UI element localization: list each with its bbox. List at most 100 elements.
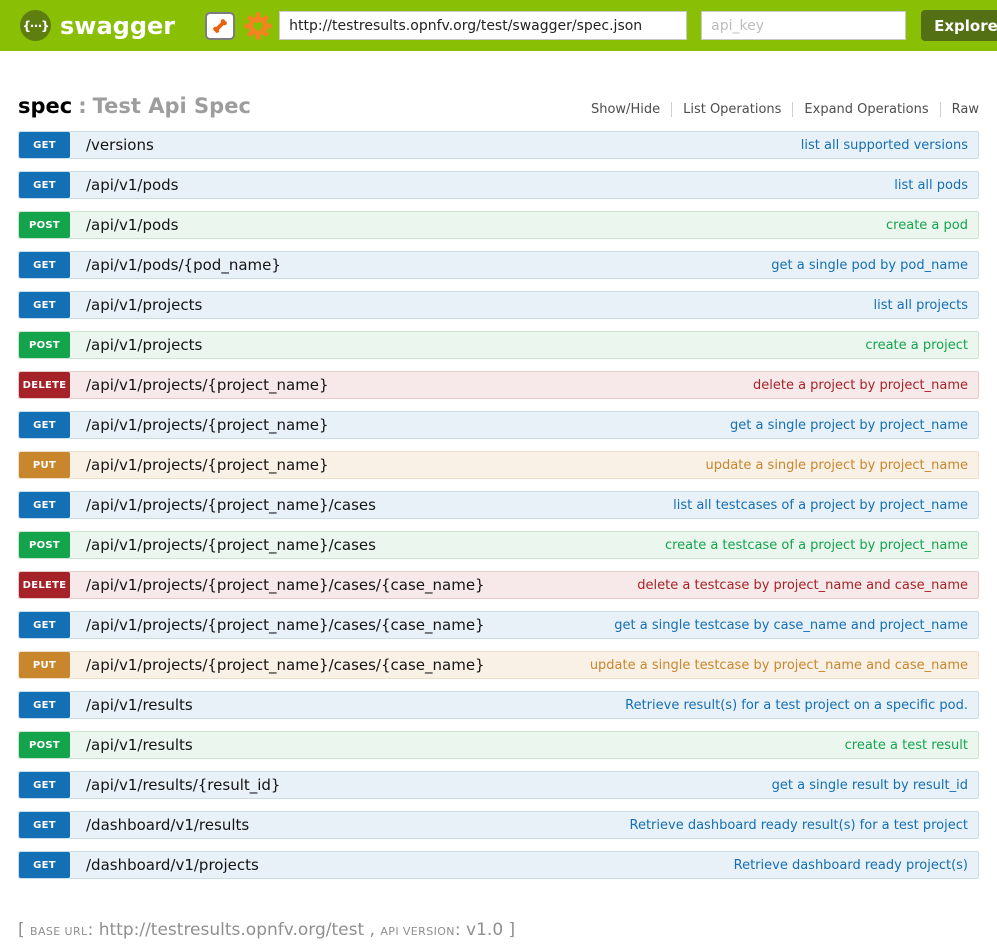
endpoint-path-link[interactable]: /api/v1/pods/{pod_name} bbox=[86, 252, 281, 278]
endpoint-row[interactable]: GET /dashboard/v1/results Retrieve dashb… bbox=[18, 811, 979, 839]
expand-operations-link[interactable]: Expand Operations bbox=[793, 102, 939, 117]
gear-heart-icon[interactable] bbox=[243, 11, 273, 41]
endpoint-row[interactable]: GET /api/v1/projects/{project_name}/case… bbox=[18, 611, 979, 639]
endpoint-path-link[interactable]: /api/v1/projects/{project_name} bbox=[86, 372, 329, 398]
endpoint-path-link[interactable]: /api/v1/projects/{project_name}/cases bbox=[86, 532, 376, 558]
method-badge: GET bbox=[19, 492, 70, 518]
endpoint-row[interactable]: POST /api/v1/results create a test resul… bbox=[18, 731, 979, 759]
endpoint-row[interactable]: GET /api/v1/results Retrieve result(s) f… bbox=[18, 691, 979, 719]
show-hide-link[interactable]: Show/Hide bbox=[580, 102, 671, 117]
endpoint-summary-link[interactable]: get a single testcase by case_name and p… bbox=[614, 612, 978, 638]
footer-comma: , bbox=[364, 920, 380, 940]
endpoint-summary-link[interactable]: get a single result by result_id bbox=[772, 772, 978, 798]
footer-open-bracket: [ bbox=[18, 920, 30, 940]
endpoint-row[interactable]: GET /api/v1/projects/{project_name}/case… bbox=[18, 491, 979, 519]
endpoint-summary-link[interactable]: delete a project by project_name bbox=[753, 372, 978, 398]
method-badge: POST bbox=[19, 212, 70, 238]
method-badge: PUT bbox=[19, 652, 70, 678]
brand-name: swagger bbox=[60, 12, 175, 40]
base-url-value: http://testresults.opnfv.org/test bbox=[99, 920, 364, 940]
method-badge: GET bbox=[19, 692, 70, 718]
endpoint-row[interactable]: GET /api/v1/projects/{project_name} get … bbox=[18, 411, 979, 439]
page-title: spec bbox=[18, 94, 72, 118]
page-subtitle: Test Api Spec bbox=[93, 94, 251, 118]
list-operations-link[interactable]: List Operations bbox=[672, 102, 792, 117]
endpoint-path-link[interactable]: /versions bbox=[86, 132, 154, 158]
endpoint-path-link[interactable]: /api/v1/projects/{project_name}/cases/{c… bbox=[86, 612, 485, 638]
base-url-label: BASE URL bbox=[30, 925, 88, 938]
endpoint-summary-link[interactable]: list all projects bbox=[874, 292, 978, 318]
swagger-logo-icon: {⋯} bbox=[20, 10, 51, 41]
endpoint-summary-link[interactable]: create a project bbox=[865, 332, 978, 358]
method-badge: DELETE bbox=[19, 572, 70, 598]
endpoint-row[interactable]: GET /api/v1/projects list all projects bbox=[18, 291, 979, 319]
spec-url-input[interactable] bbox=[279, 11, 687, 40]
endpoint-path-link[interactable]: /api/v1/results/{result_id} bbox=[86, 772, 280, 798]
header-tools: Explore bbox=[205, 10, 997, 41]
endpoint-row[interactable]: DELETE /api/v1/projects/{project_name} d… bbox=[18, 371, 979, 399]
footer-colon: : bbox=[88, 920, 99, 940]
raw-link[interactable]: Raw bbox=[941, 102, 979, 117]
endpoint-summary-link[interactable]: create a test result bbox=[845, 732, 978, 758]
endpoint-row[interactable]: POST /api/v1/projects/{project_name}/cas… bbox=[18, 531, 979, 559]
api-key-input[interactable] bbox=[701, 11, 906, 40]
endpoint-summary-link[interactable]: create a pod bbox=[886, 212, 978, 238]
endpoint-summary-link[interactable]: Retrieve dashboard ready project(s) bbox=[734, 852, 978, 878]
endpoint-row[interactable]: GET /versions list all supported version… bbox=[18, 131, 979, 159]
swagger-logo[interactable]: {⋯} swagger bbox=[20, 10, 175, 41]
endpoint-path-link[interactable]: /api/v1/pods bbox=[86, 212, 179, 238]
method-badge: GET bbox=[19, 772, 70, 798]
endpoint-summary-link[interactable]: delete a testcase by project_name and ca… bbox=[637, 572, 978, 598]
main-content: spec : Test Api Spec Show/Hide List Oper… bbox=[0, 94, 997, 879]
endpoint-summary-link[interactable]: list all supported versions bbox=[801, 132, 978, 158]
title-separator: : bbox=[78, 94, 86, 118]
operations-toolbar: Show/Hide List Operations Expand Operati… bbox=[580, 102, 979, 117]
endpoint-row[interactable]: DELETE /api/v1/projects/{project_name}/c… bbox=[18, 571, 979, 599]
endpoint-summary-link[interactable]: list all pods bbox=[894, 172, 978, 198]
endpoint-row[interactable]: GET /api/v1/pods/{pod_name} get a single… bbox=[18, 251, 979, 279]
endpoint-path-link[interactable]: /api/v1/pods bbox=[86, 172, 179, 198]
endpoint-summary-link[interactable]: update a single testcase by project_name… bbox=[590, 652, 978, 678]
endpoint-row[interactable]: GET /api/v1/pods list all pods bbox=[18, 171, 979, 199]
endpoint-row[interactable]: PUT /api/v1/projects/{project_name}/case… bbox=[18, 651, 979, 679]
endpoint-row[interactable]: GET /api/v1/results/{result_id} get a si… bbox=[18, 771, 979, 799]
endpoint-path-link[interactable]: /api/v1/projects/{project_name} bbox=[86, 412, 329, 438]
endpoint-path-link[interactable]: /api/v1/projects/{project_name}/cases/{c… bbox=[86, 652, 485, 678]
endpoint-path-link[interactable]: /api/v1/projects bbox=[86, 332, 202, 358]
endpoint-path-link[interactable]: /dashboard/v1/projects bbox=[86, 852, 259, 878]
endpoint-path-link[interactable]: /api/v1/projects/{project_name}/cases/{c… bbox=[86, 572, 485, 598]
method-badge: GET bbox=[19, 812, 70, 838]
endpoint-summary-link[interactable]: list all testcases of a project by proje… bbox=[673, 492, 978, 518]
endpoint-path-link[interactable]: /api/v1/projects bbox=[86, 292, 202, 318]
endpoint-row[interactable]: PUT /api/v1/projects/{project_name} upda… bbox=[18, 451, 979, 479]
method-badge: GET bbox=[19, 172, 70, 198]
method-badge: GET bbox=[19, 852, 70, 878]
method-badge: GET bbox=[19, 412, 70, 438]
endpoint-summary-link[interactable]: create a testcase of a project by projec… bbox=[665, 532, 978, 558]
endpoint-summary-link[interactable]: get a single project by project_name bbox=[730, 412, 978, 438]
title-row: spec : Test Api Spec Show/Hide List Oper… bbox=[18, 94, 979, 118]
endpoint-path-link[interactable]: /api/v1/projects/{project_name} bbox=[86, 452, 329, 478]
endpoint-path-link[interactable]: /dashboard/v1/results bbox=[86, 812, 249, 838]
method-badge: POST bbox=[19, 732, 70, 758]
method-badge: GET bbox=[19, 292, 70, 318]
method-badge: DELETE bbox=[19, 372, 70, 398]
endpoint-summary-link[interactable]: get a single pod by pod_name bbox=[771, 252, 978, 278]
endpoint-row[interactable]: GET /dashboard/v1/projects Retrieve dash… bbox=[18, 851, 979, 879]
endpoint-path-link[interactable]: /api/v1/results bbox=[86, 732, 193, 758]
method-badge: GET bbox=[19, 252, 70, 278]
endpoint-row[interactable]: POST /api/v1/projects create a project bbox=[18, 331, 979, 359]
api-version-label: API VERSION bbox=[380, 925, 455, 938]
endpoint-path-link[interactable]: /api/v1/projects/{project_name}/cases bbox=[86, 492, 376, 518]
endpoint-summary-link[interactable]: update a single project by project_name bbox=[706, 452, 978, 478]
endpoint-summary-link[interactable]: Retrieve dashboard ready result(s) for a… bbox=[630, 812, 978, 838]
endpoint-list: GET /versions list all supported version… bbox=[18, 131, 979, 879]
base-url-footer: [ BASE URL : http://testresults.opnfv.or… bbox=[18, 920, 979, 940]
bone-icon-button[interactable] bbox=[205, 12, 235, 40]
endpoint-path-link[interactable]: /api/v1/results bbox=[86, 692, 193, 718]
method-badge: GET bbox=[19, 132, 70, 158]
method-badge: GET bbox=[19, 612, 70, 638]
explore-button[interactable]: Explore bbox=[921, 10, 997, 41]
endpoint-summary-link[interactable]: Retrieve result(s) for a test project on… bbox=[625, 692, 978, 718]
endpoint-row[interactable]: POST /api/v1/pods create a pod bbox=[18, 211, 979, 239]
